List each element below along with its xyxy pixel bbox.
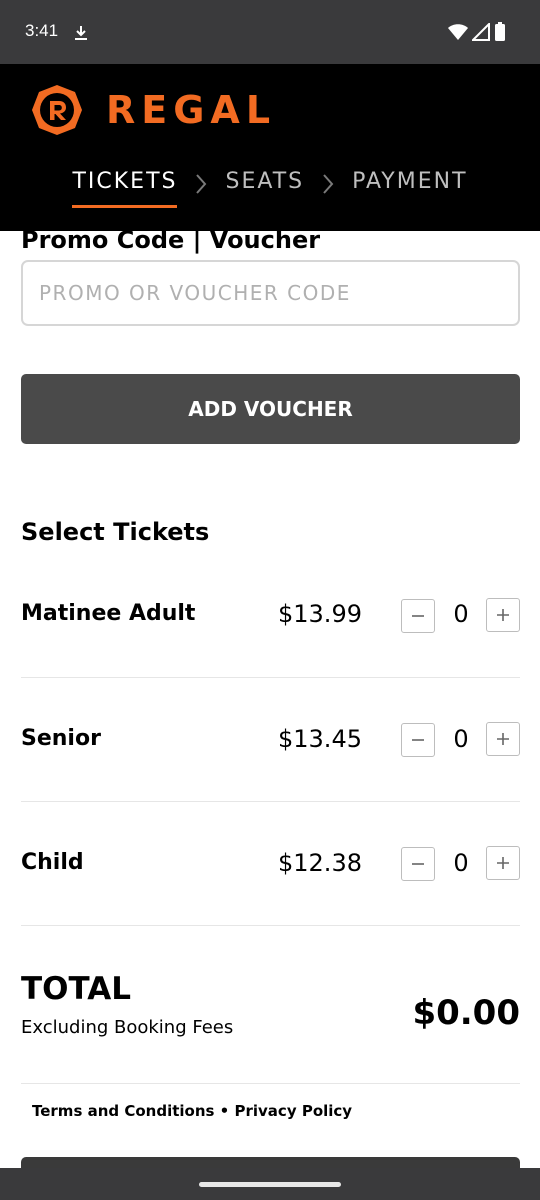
increase-quantity-button[interactable] bbox=[486, 846, 520, 880]
decrease-quantity-button[interactable] bbox=[401, 723, 435, 757]
ticket-name: Child bbox=[21, 850, 84, 875]
status-bar: 3:41 bbox=[0, 0, 540, 64]
ticket-row-senior: Senior $13.45 0 bbox=[21, 678, 520, 802]
legal-separator: • bbox=[214, 1102, 235, 1120]
legal-links: Terms and Conditions • Privacy Policy bbox=[32, 1102, 352, 1120]
minus-icon bbox=[412, 615, 424, 617]
home-gesture-handle[interactable] bbox=[199, 1182, 341, 1187]
ticket-quantity: 0 bbox=[453, 725, 469, 753]
divider bbox=[21, 1083, 520, 1084]
ticket-quantity: 0 bbox=[453, 600, 469, 628]
increase-quantity-button[interactable] bbox=[486, 598, 520, 632]
step-tickets[interactable]: TICKETS bbox=[72, 169, 178, 208]
total-subtext: Excluding Booking Fees bbox=[21, 1017, 234, 1038]
step-seats[interactable]: SEATS bbox=[225, 169, 304, 200]
promo-code-input[interactable] bbox=[21, 260, 520, 326]
minus-icon bbox=[412, 739, 424, 741]
checkout-steps: TICKETS SEATS PAYMENT bbox=[0, 164, 540, 208]
status-time: 3:41 bbox=[25, 21, 59, 40]
total-amount: $0.00 bbox=[412, 993, 520, 1033]
download-icon bbox=[75, 26, 87, 40]
minus-icon bbox=[412, 863, 424, 865]
decrease-quantity-button[interactable] bbox=[401, 599, 435, 633]
total-label: TOTAL bbox=[21, 971, 131, 1007]
app-header: REGAL TICKETS SEATS PAYMENT bbox=[0, 64, 540, 231]
ticket-price: $13.99 bbox=[278, 600, 362, 628]
select-tickets-title: Select Tickets bbox=[21, 518, 210, 546]
system-nav-bar bbox=[0, 1168, 540, 1200]
ticket-row-child: Child $12.38 0 bbox=[21, 802, 520, 926]
ticket-name: Matinee Adult bbox=[21, 601, 196, 626]
brand-name: REGAL bbox=[106, 88, 277, 132]
privacy-link[interactable]: Privacy Policy bbox=[235, 1102, 353, 1120]
plus-icon bbox=[497, 609, 509, 621]
wifi-icon bbox=[448, 24, 468, 40]
chevron-right-icon bbox=[323, 174, 334, 194]
system-icons bbox=[448, 22, 506, 42]
terms-link[interactable]: Terms and Conditions bbox=[32, 1102, 214, 1120]
ticket-name: Senior bbox=[21, 726, 101, 751]
ticket-price: $12.38 bbox=[278, 849, 362, 877]
decrease-quantity-button[interactable] bbox=[401, 847, 435, 881]
plus-icon bbox=[497, 857, 509, 869]
chevron-right-icon bbox=[196, 174, 207, 194]
ticket-row-matinee-adult: Matinee Adult $13.99 0 bbox=[21, 554, 520, 678]
battery-icon bbox=[495, 22, 505, 41]
signal-icon bbox=[472, 23, 490, 41]
promo-section-title: Promo Code | Voucher bbox=[21, 226, 321, 254]
regal-logo-icon bbox=[32, 85, 82, 135]
ticket-price: $13.45 bbox=[278, 725, 362, 753]
regal-logo: REGAL bbox=[30, 82, 276, 138]
increase-quantity-button[interactable] bbox=[486, 722, 520, 756]
plus-icon bbox=[497, 733, 509, 745]
ticket-quantity: 0 bbox=[453, 849, 469, 877]
add-voucher-button[interactable]: ADD VOUCHER bbox=[21, 374, 520, 444]
step-payment[interactable]: PAYMENT bbox=[352, 169, 467, 200]
